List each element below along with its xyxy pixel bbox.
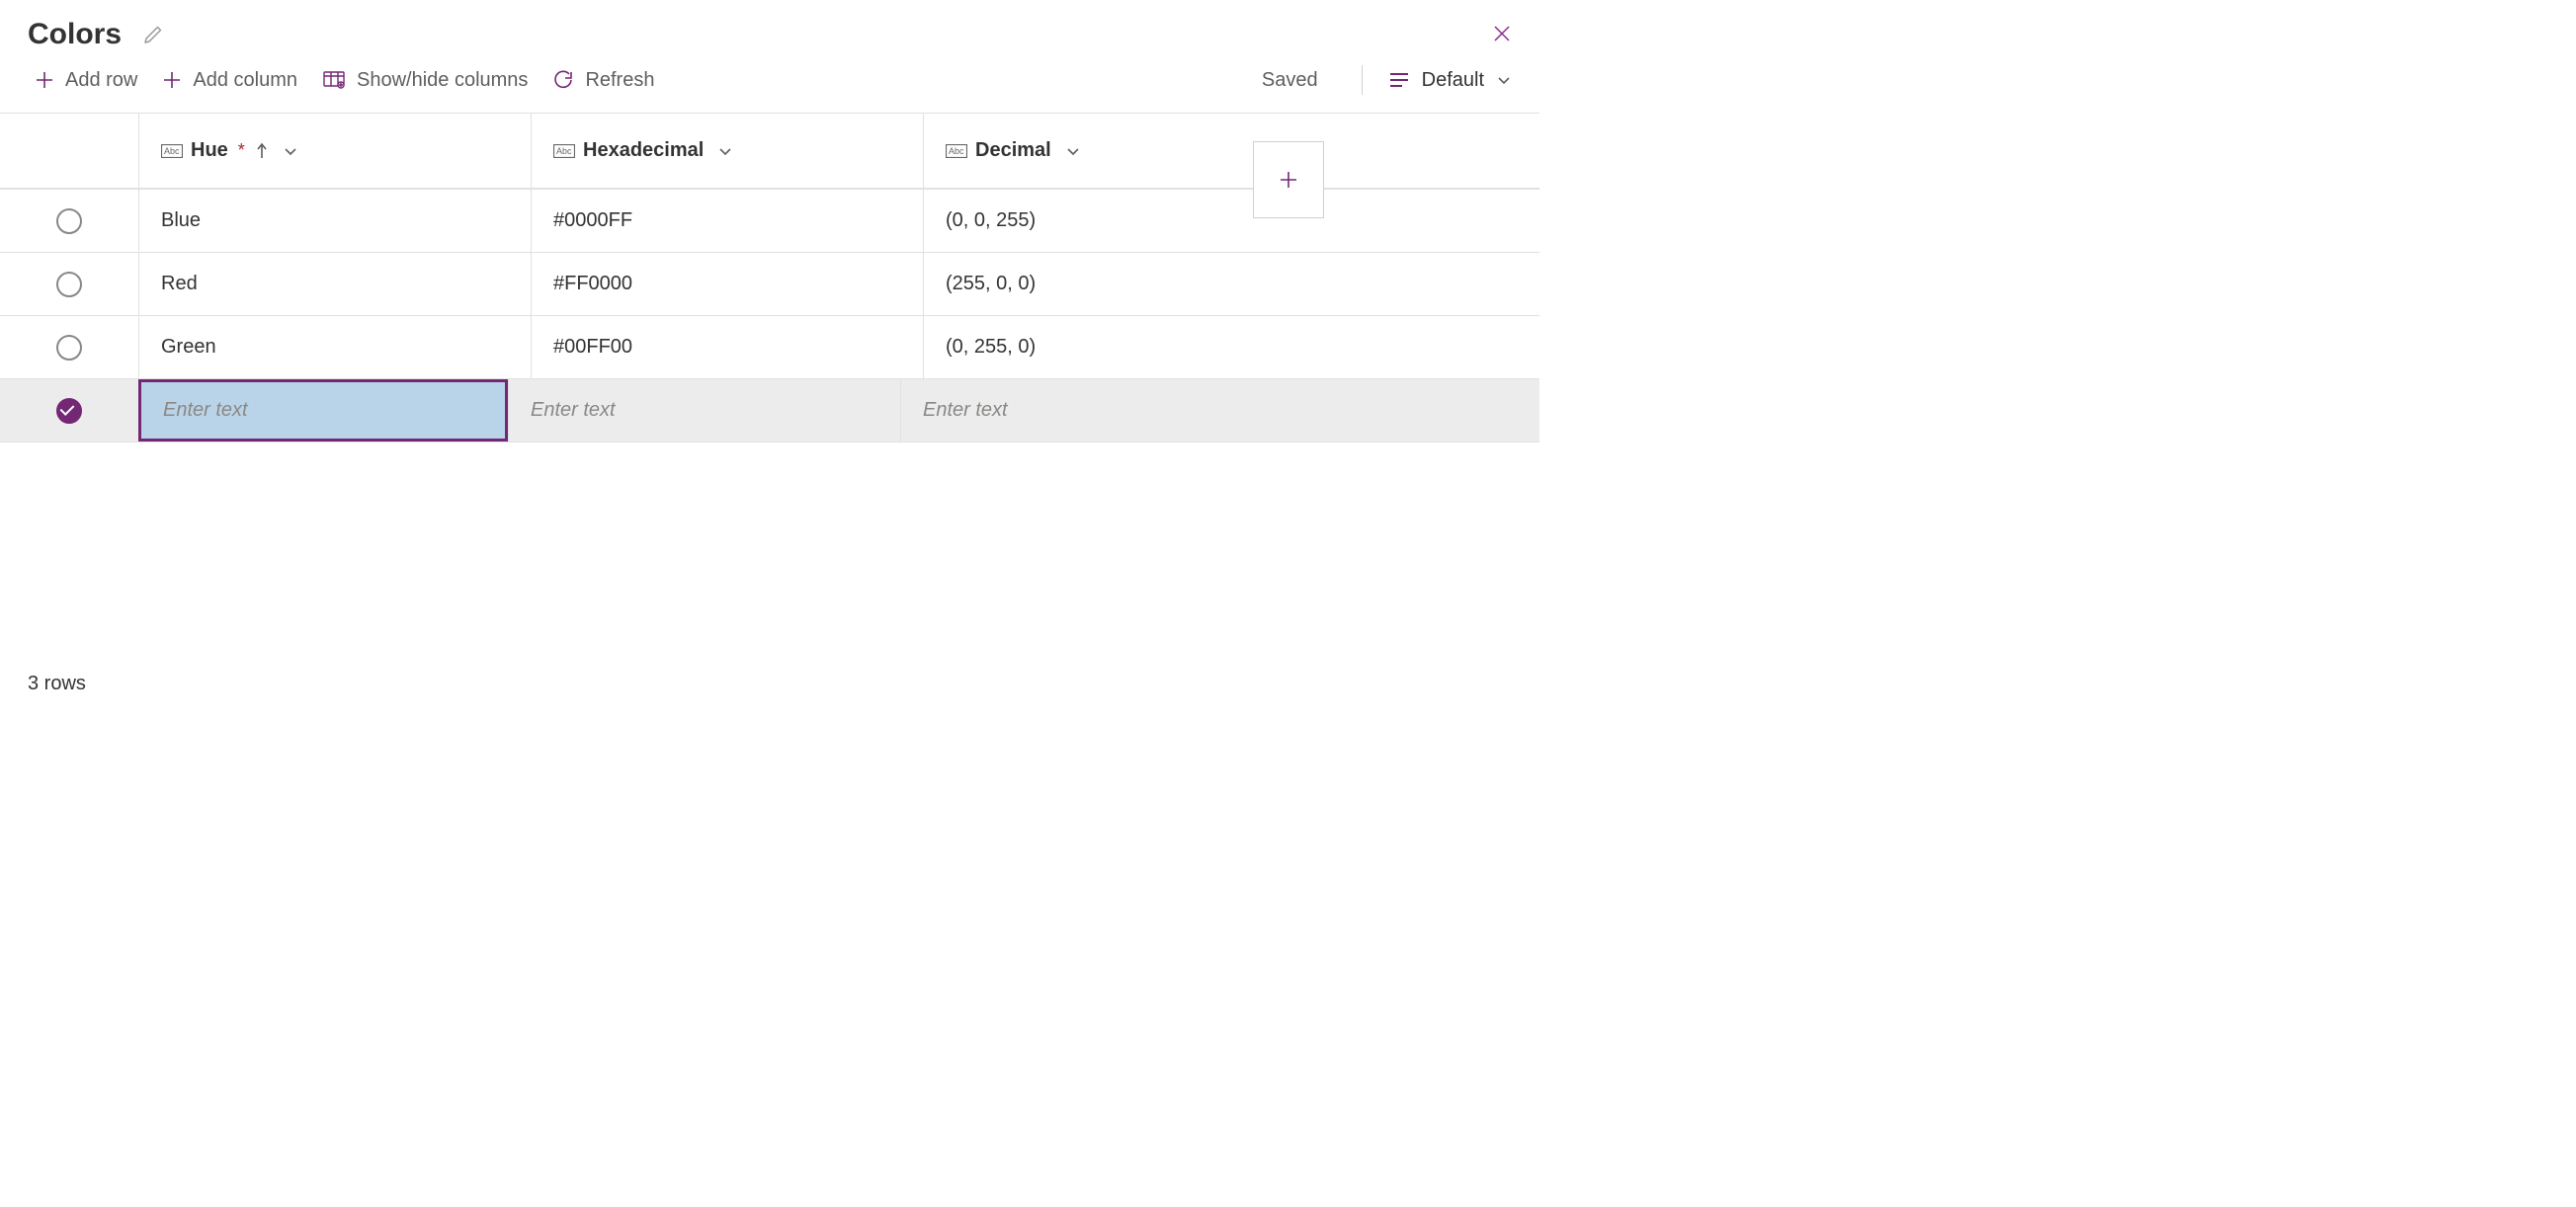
svg-text:Abc: Abc xyxy=(164,146,180,156)
svg-text:Abc: Abc xyxy=(556,146,572,156)
add-row-button[interactable]: Add row xyxy=(36,69,137,92)
row-selector[interactable] xyxy=(56,335,82,361)
column-header-hue[interactable]: Abc Hue * xyxy=(138,114,531,188)
cell-hex[interactable]: #FF0000 xyxy=(531,253,923,315)
column-label: Decimal xyxy=(975,139,1051,162)
refresh-icon xyxy=(553,70,573,90)
new-cell-dec[interactable]: Enter text xyxy=(900,379,1292,442)
new-cell-hex[interactable]: Enter text xyxy=(508,379,900,442)
select-all-column xyxy=(0,114,138,188)
text-type-icon: Abc xyxy=(161,144,183,158)
column-label: Hue xyxy=(191,139,228,162)
plus-icon xyxy=(36,71,53,89)
required-indicator: * xyxy=(238,140,245,161)
save-status: Saved xyxy=(1262,69,1336,92)
list-icon xyxy=(1388,71,1410,89)
table-row[interactable]: Red #FF0000 (255, 0, 0) xyxy=(0,252,1539,315)
row-selector[interactable] xyxy=(56,208,82,234)
svg-text:Abc: Abc xyxy=(949,146,964,156)
close-button[interactable] xyxy=(1486,18,1518,49)
text-type-icon: Abc xyxy=(946,144,967,158)
plus-icon xyxy=(1279,170,1298,190)
chevron-down-icon[interactable] xyxy=(283,143,298,159)
column-label: Hexadecimal xyxy=(583,139,704,162)
column-header-hexadecimal[interactable]: Abc Hexadecimal xyxy=(531,114,923,188)
active-input[interactable]: Enter text xyxy=(138,379,508,442)
show-hide-columns-button[interactable]: Show/hide columns xyxy=(323,69,528,92)
view-selector[interactable]: Default xyxy=(1388,69,1512,92)
add-column-button[interactable]: Add column xyxy=(163,69,297,92)
separator xyxy=(1362,65,1363,95)
cell-dec[interactable]: (0, 255, 0) xyxy=(923,316,1315,378)
cell-hue[interactable]: Red xyxy=(138,253,531,315)
sort-asc-icon xyxy=(255,142,269,160)
pencil-icon xyxy=(143,25,163,44)
add-column-label: Add column xyxy=(193,69,297,92)
add-column-icon-button[interactable] xyxy=(1253,141,1324,218)
cell-hex[interactable]: #00FF00 xyxy=(531,316,923,378)
toolbar: Add row Add column Show/hide columns xyxy=(0,65,1539,114)
row-selector[interactable] xyxy=(56,272,82,297)
close-icon xyxy=(1492,24,1512,43)
view-label: Default xyxy=(1422,69,1484,92)
table-row[interactable]: Green #00FF00 (0, 255, 0) xyxy=(0,315,1539,378)
chevron-down-icon[interactable] xyxy=(717,143,733,159)
cell-hue[interactable]: Green xyxy=(138,316,531,378)
cell-hue[interactable]: Blue xyxy=(138,190,531,252)
page-title: Colors xyxy=(28,18,122,51)
text-type-icon: Abc xyxy=(553,144,575,158)
chevron-down-icon xyxy=(1496,72,1512,88)
columns-icon xyxy=(323,71,345,89)
new-row[interactable]: Enter text Enter text Enter text xyxy=(0,378,1539,443)
refresh-button[interactable]: Refresh xyxy=(553,69,654,92)
show-hide-columns-label: Show/hide columns xyxy=(357,69,528,92)
cell-hex[interactable]: #0000FF xyxy=(531,190,923,252)
new-cell-hue[interactable]: Enter text xyxy=(138,379,508,442)
row-count: 3 rows xyxy=(28,673,86,695)
cell-dec[interactable]: (255, 0, 0) xyxy=(923,253,1315,315)
row-selector[interactable] xyxy=(56,398,82,424)
add-row-label: Add row xyxy=(65,69,137,92)
chevron-down-icon[interactable] xyxy=(1065,143,1081,159)
plus-icon xyxy=(163,71,181,89)
refresh-label: Refresh xyxy=(585,69,654,92)
edit-title-button[interactable] xyxy=(139,21,167,48)
